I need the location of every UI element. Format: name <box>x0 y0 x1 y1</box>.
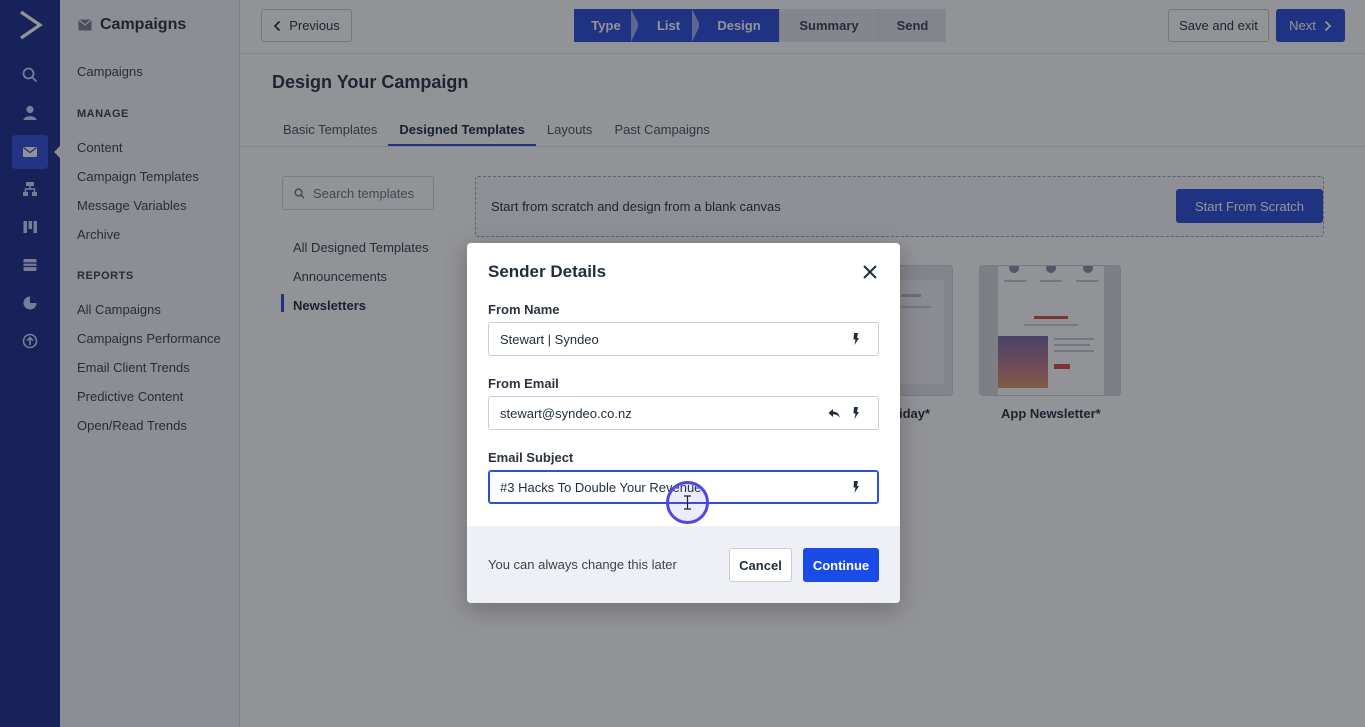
personalize-icon[interactable] <box>849 332 863 346</box>
close-icon[interactable] <box>861 263 879 281</box>
personalize-icon[interactable] <box>849 480 863 494</box>
from-name-label: From Name <box>488 302 560 317</box>
cancel-button[interactable]: Cancel <box>729 548 792 582</box>
from-email-input[interactable] <box>500 397 810 429</box>
personalize-icon[interactable] <box>849 406 863 420</box>
from-name-input[interactable] <box>500 323 810 355</box>
from-email-label: From Email <box>488 376 559 391</box>
modal-footer: You can always change this later Cancel … <box>467 526 900 603</box>
continue-button[interactable]: Continue <box>803 548 879 582</box>
from-email-field <box>488 396 879 430</box>
text-cursor-icon <box>684 495 691 510</box>
reply-icon[interactable] <box>827 406 841 420</box>
email-subject-input[interactable] <box>500 471 810 503</box>
email-subject-label: Email Subject <box>488 450 574 465</box>
footer-note: You can always change this later <box>488 557 677 572</box>
sender-details-modal: Sender Details From Name From Email Emai… <box>467 243 900 603</box>
modal-title: Sender Details <box>488 262 607 281</box>
from-name-field <box>488 322 879 356</box>
